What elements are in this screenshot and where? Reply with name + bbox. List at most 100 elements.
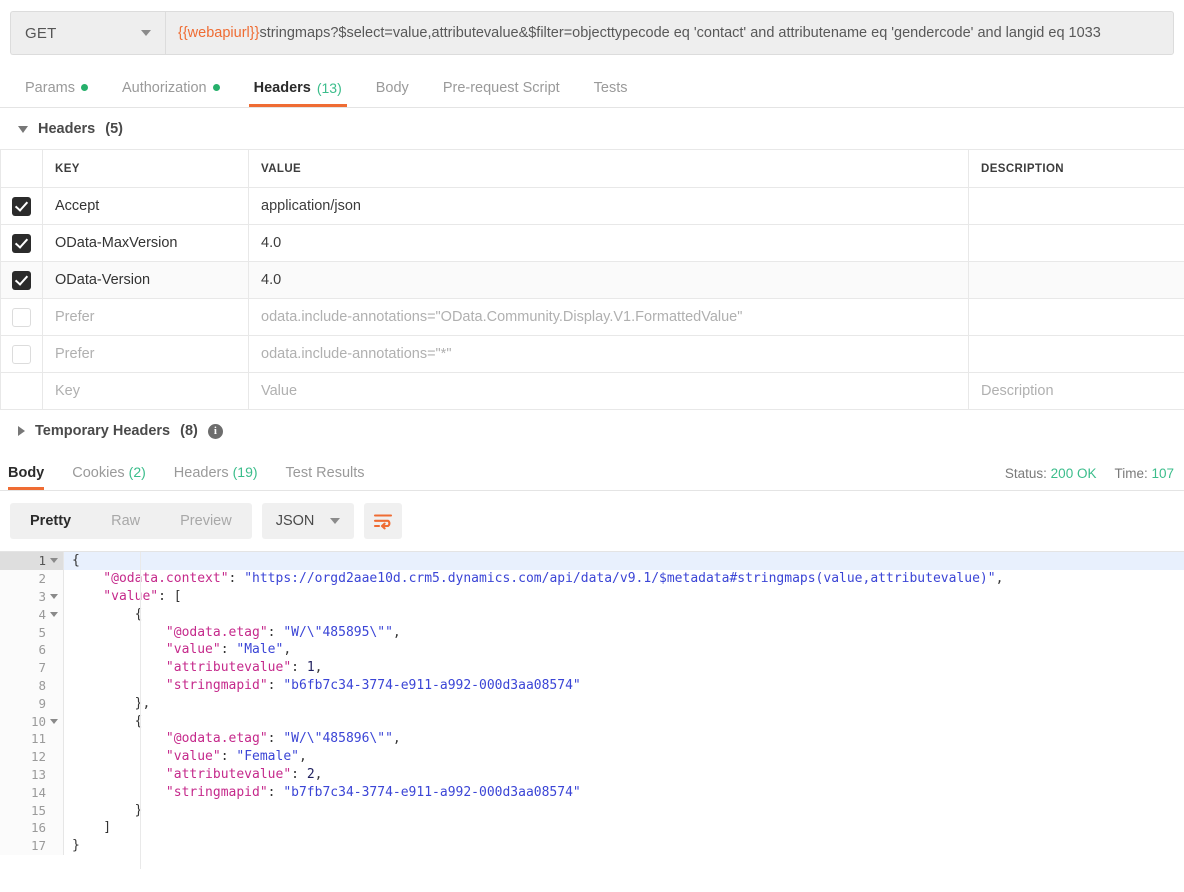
temporary-headers-toggle[interactable]: Temporary Headers (8) i	[0, 410, 1184, 451]
checkbox-unchecked-icon[interactable]	[12, 307, 31, 327]
line-number: 9	[38, 695, 46, 711]
line-number: 14	[30, 784, 46, 800]
column-header-value: VALUE	[248, 149, 969, 188]
line-number-gutter: 16	[0, 818, 64, 837]
response-format-select[interactable]: JSON	[261, 503, 355, 539]
header-description-cell[interactable]	[968, 298, 1184, 336]
code-token: ,	[995, 571, 1004, 587]
header-key-cell[interactable]: OData-Version	[42, 261, 249, 299]
view-mode-raw[interactable]: Raw	[91, 503, 160, 539]
code-token: "@odata.etag"	[72, 731, 268, 747]
header-value-cell[interactable]: 4.0	[248, 261, 969, 299]
code-line-text: }	[64, 803, 1184, 818]
code-line-row: 7 "attributevalue": 1,	[0, 658, 1184, 677]
code-token: ,	[314, 766, 323, 782]
header-value-cell[interactable]: application/json	[248, 187, 969, 225]
table-row: OData-MaxVersion 4.0	[0, 224, 1184, 262]
code-token: :	[291, 766, 307, 782]
tab-pre-request-script-label: Pre-request Script	[442, 79, 560, 96]
line-number-gutter: 8	[0, 676, 64, 695]
tab-authorization[interactable]: Authorization	[105, 79, 237, 108]
row-checkbox-cell[interactable]	[0, 261, 43, 299]
code-line-text: {	[64, 714, 1184, 729]
code-token: "W/\"485896\""	[283, 731, 393, 747]
response-body-editor[interactable]: 1{2 "@odata.context": "https://orgd2aae1…	[0, 551, 1184, 869]
word-wrap-button[interactable]	[364, 503, 403, 539]
new-header-value-input[interactable]: Value	[248, 372, 969, 410]
tab-headers[interactable]: Headers (13)	[237, 79, 359, 108]
row-checkbox-cell[interactable]	[0, 187, 43, 225]
tab-body[interactable]: Body	[359, 80, 426, 108]
code-line-text: }	[64, 838, 1184, 853]
row-checkbox-cell[interactable]	[0, 298, 43, 336]
fold-arrow-icon[interactable]	[50, 593, 58, 599]
headers-section-title: Headers	[38, 121, 96, 137]
tab-params[interactable]: Params	[8, 80, 105, 108]
view-mode-preview[interactable]: Preview	[160, 503, 252, 539]
code-token: :	[220, 749, 237, 765]
response-tab-test-results[interactable]: Test Results	[272, 465, 379, 491]
checkbox-unchecked-icon[interactable]	[12, 344, 31, 364]
response-tab-headers[interactable]: Headers (19)	[160, 465, 272, 491]
code-line-text: "@odata.etag": "W/\"485896\"",	[64, 731, 1184, 746]
tab-authorization-label: Authorization	[121, 79, 207, 96]
code-token: "attributevalue"	[72, 766, 292, 782]
code-token: ,	[283, 642, 292, 658]
column-header-key: KEY	[42, 149, 249, 188]
header-value-cell[interactable]: odata.include-annotations="OData.Communi…	[248, 298, 969, 336]
row-checkbox-cell[interactable]	[0, 335, 43, 373]
new-header-key-input[interactable]: Key	[42, 372, 249, 410]
code-line-row: 12 "value": "Female",	[0, 747, 1184, 766]
tab-tests[interactable]: Tests	[577, 80, 645, 108]
response-tabs: Body Cookies (2) Headers (19) Test Resul…	[0, 450, 379, 490]
code-token: :	[267, 677, 284, 693]
line-number: 11	[30, 731, 46, 747]
checkbox-checked-icon[interactable]	[12, 233, 31, 253]
line-number: 3	[38, 588, 46, 604]
new-header-description-input[interactable]: Description	[968, 372, 1184, 410]
fold-arrow-icon[interactable]	[50, 558, 58, 564]
tab-headers-label: Headers	[253, 79, 311, 96]
header-key-cell[interactable]: Prefer	[42, 335, 249, 373]
checkbox-checked-icon[interactable]	[12, 270, 31, 290]
response-body-toolbar: Pretty Raw Preview JSON	[0, 491, 1184, 551]
header-description-cell[interactable]	[968, 187, 1184, 225]
view-mode-pretty[interactable]: Pretty	[10, 503, 91, 539]
line-number-gutter: 7	[0, 658, 64, 677]
header-key-cell[interactable]: Accept	[42, 187, 249, 225]
checkbox-checked-icon[interactable]	[12, 196, 31, 216]
header-value-cell[interactable]: odata.include-annotations="*"	[248, 335, 969, 373]
url-path-text: stringmaps?$select=value,attributevalue&…	[259, 25, 1101, 41]
header-description-cell[interactable]	[968, 261, 1184, 299]
info-icon[interactable]: i	[207, 423, 223, 439]
row-checkbox-cell[interactable]	[0, 224, 43, 262]
header-description-cell[interactable]	[968, 335, 1184, 373]
response-tab-body[interactable]: Body	[0, 465, 58, 491]
line-number: 6	[38, 642, 46, 658]
temporary-headers-title: Temporary Headers	[35, 423, 171, 439]
response-tab-headers-label: Headers	[173, 464, 229, 481]
header-key-cell[interactable]: Prefer	[42, 298, 249, 336]
http-method-select[interactable]: GET	[10, 11, 165, 55]
line-number-gutter: 1	[0, 552, 64, 570]
header-value-cell[interactable]: 4.0	[248, 224, 969, 262]
code-token: {	[72, 553, 80, 569]
code-token: "value"	[72, 588, 159, 604]
code-line-row: 6 "value": "Male",	[0, 640, 1184, 659]
line-number: 4	[38, 606, 46, 622]
headers-section-toggle[interactable]: Headers (5)	[0, 108, 1184, 149]
header-description-cell[interactable]	[968, 224, 1184, 262]
header-key-cell[interactable]: OData-MaxVersion	[42, 224, 249, 262]
line-number: 13	[30, 766, 46, 782]
tab-pre-request-script[interactable]: Pre-request Script	[426, 79, 577, 108]
line-number: 1	[38, 553, 46, 569]
line-number: 15	[30, 802, 46, 818]
line-number: 2	[38, 571, 46, 587]
code-line-text: ]	[64, 820, 1184, 835]
request-url-input[interactable]: {{webapiurl}} stringmaps?$select=value,at…	[165, 11, 1174, 55]
fold-arrow-icon[interactable]	[50, 611, 58, 617]
fold-arrow-icon[interactable]	[50, 718, 58, 724]
code-line-row: 3 "value": [	[0, 587, 1184, 606]
row-checkbox-cell	[0, 372, 43, 410]
response-tab-cookies[interactable]: Cookies (2)	[58, 465, 160, 491]
